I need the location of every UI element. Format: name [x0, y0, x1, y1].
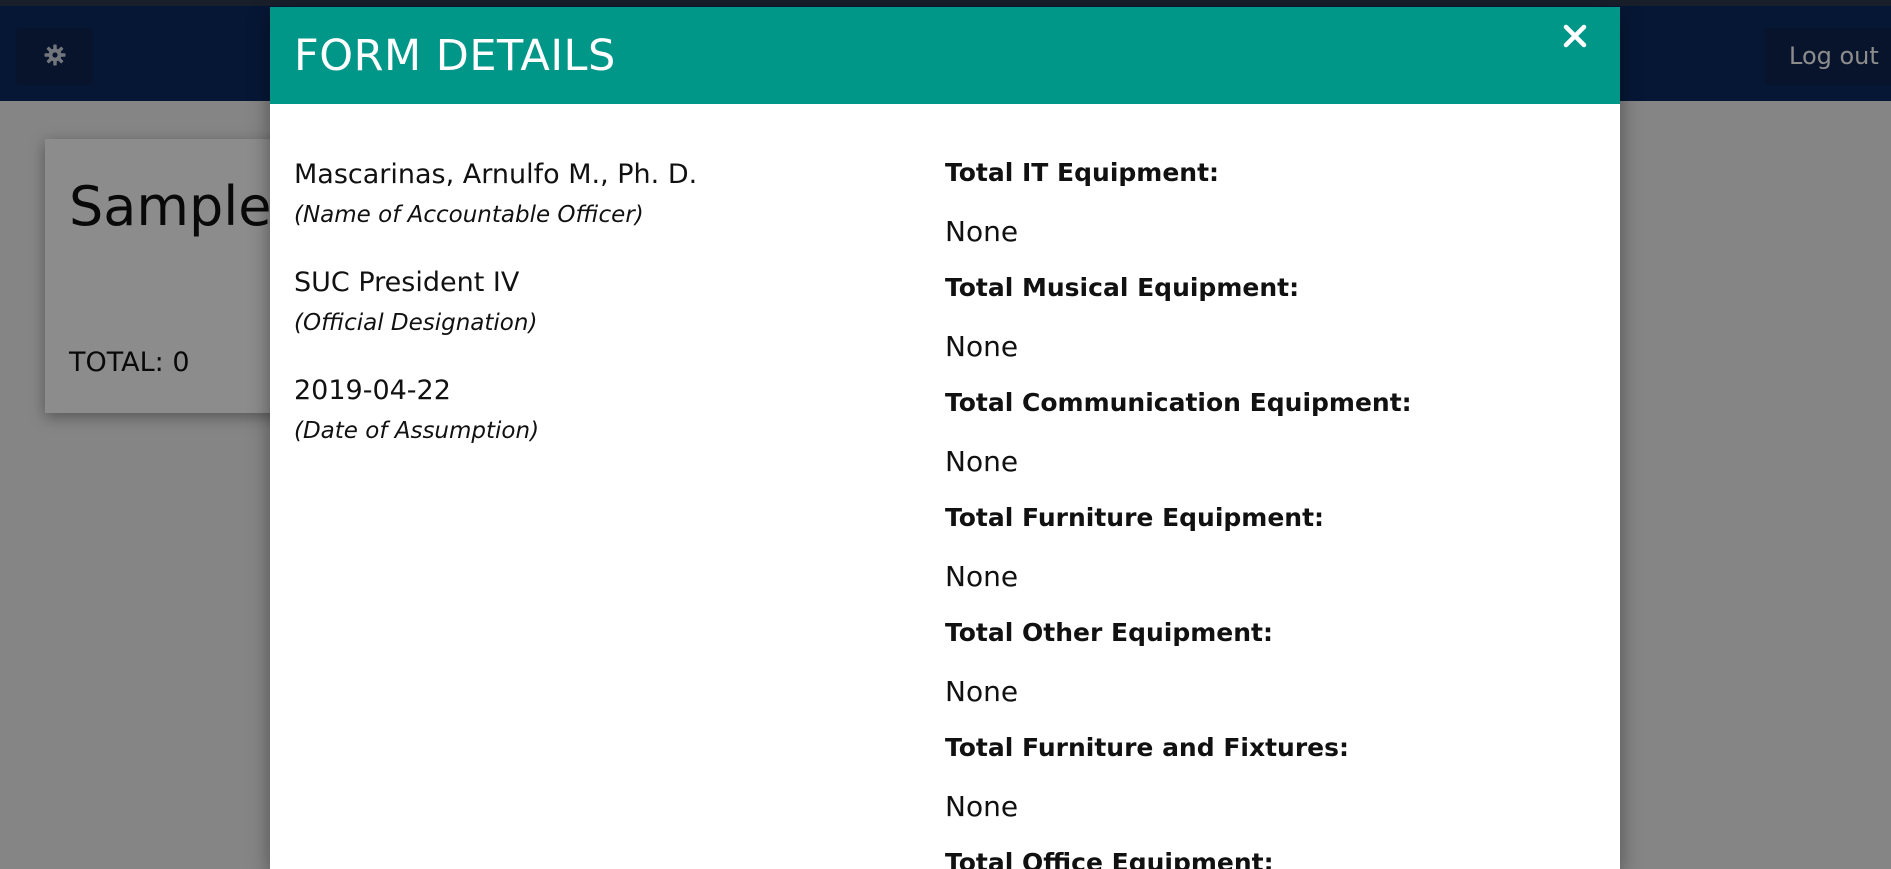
- close-button[interactable]: [1558, 21, 1592, 55]
- total-other-equipment-value: None: [945, 675, 1019, 708]
- modal-title: FORM DETAILS: [294, 31, 616, 81]
- designation-label: (Official Designation): [294, 310, 538, 336]
- date-label: (Date of Assumption): [294, 418, 540, 444]
- officer-name: Mascarinas, Arnulfo M., Ph. D.: [294, 159, 698, 190]
- total-musical-equipment-value: None: [945, 330, 1019, 363]
- date-of-assumption: 2019-04-22: [294, 375, 451, 406]
- total-furniture-equipment-label: Total Furniture Equipment:: [945, 503, 1325, 532]
- form-details-modal: FORM DETAILS Mascarinas, Arnulfo M., Ph.…: [270, 7, 1620, 869]
- officer-details: Mascarinas, Arnulfo M., Ph. D. (Name of …: [294, 153, 894, 477]
- close-icon: [1562, 23, 1588, 53]
- modal-header: FORM DETAILS: [270, 7, 1620, 104]
- official-designation: SUC President IV: [294, 267, 520, 298]
- total-communication-equipment-label: Total Communication Equipment:: [945, 388, 1412, 417]
- total-communication-equipment-value: None: [945, 445, 1019, 478]
- page: Log out Sample D TOTAL: 0 FORM DETAILS M…: [0, 0, 1891, 869]
- total-office-equipment-label: Total Office Equipment:: [945, 848, 1274, 869]
- total-other-equipment-label: Total Other Equipment:: [945, 618, 1273, 647]
- total-musical-equipment-label: Total Musical Equipment:: [945, 273, 1300, 302]
- total-it-equipment-label: Total IT Equipment:: [945, 158, 1220, 187]
- equipment-totals: Total IT Equipment: None Total Musical E…: [945, 153, 1585, 869]
- officer-name-label: (Name of Accountable Officer): [294, 202, 644, 228]
- total-it-equipment-value: None: [945, 215, 1019, 248]
- total-furniture-fixtures-value: None: [945, 790, 1019, 823]
- total-furniture-equipment-value: None: [945, 560, 1019, 593]
- total-furniture-fixtures-label: Total Furniture and Fixtures:: [945, 733, 1350, 762]
